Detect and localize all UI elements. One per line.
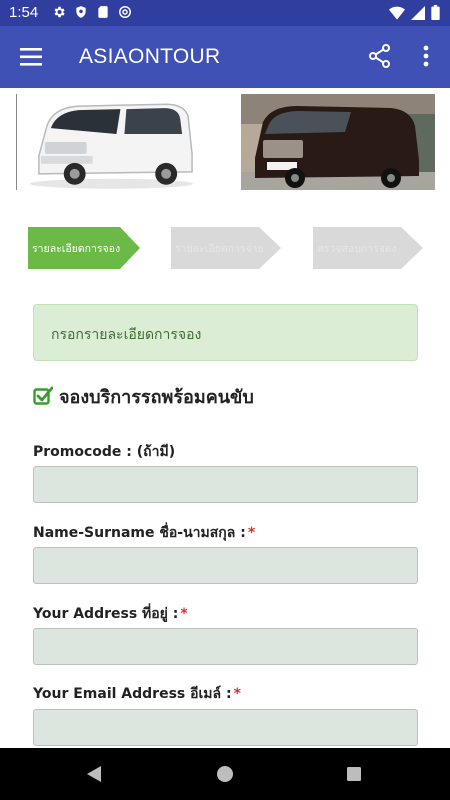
- promocode-input[interactable]: [33, 466, 418, 503]
- at-sign-icon: [119, 6, 131, 18]
- back-icon[interactable]: [83, 763, 105, 785]
- address-input[interactable]: [33, 628, 418, 665]
- step-booking-details[interactable]: รายละเอียดการจอง: [28, 227, 140, 269]
- home-icon[interactable]: [214, 763, 236, 785]
- address-label: Your Address ที่อยู่ : *: [33, 603, 188, 625]
- required-marker: *: [180, 606, 188, 622]
- step-label: รายละเอียดการจอง: [32, 243, 121, 255]
- status-bar: 1:54: [0, 0, 450, 26]
- step-review-booking[interactable]: ตรวจสอบการจอง: [313, 227, 423, 269]
- black-van-photo: [241, 94, 435, 190]
- recents-icon[interactable]: [343, 763, 365, 785]
- alert-text: กรอกรายละเอียดการจอง: [51, 327, 202, 343]
- section-heading: จองบริการรถพร้อมคนขับ: [33, 383, 254, 409]
- promocode-label-text: Promocode : (ถ้ามี): [33, 444, 176, 460]
- share-icon[interactable]: [366, 42, 394, 70]
- status-time: 1:54: [9, 4, 39, 21]
- banner: [0, 88, 450, 196]
- system-nav-bar: [0, 748, 450, 800]
- email-label: Your Email Address อีเมล์ : *: [33, 683, 241, 705]
- sd-card-icon: [98, 6, 108, 18]
- gear-icon: [54, 6, 65, 18]
- step-label: รายละเอียดการจ่าย: [175, 243, 264, 255]
- more-options-icon[interactable]: [414, 42, 438, 70]
- address-label-text: Your Address ที่อยู่ :: [33, 606, 179, 622]
- signal-icon: [411, 5, 425, 20]
- booking-steps: รายละเอียดการจอง รายละเอียดการจ่าย ตรวจส…: [28, 227, 428, 269]
- email-label-text: Your Email Address อีเมล์ :: [33, 686, 232, 702]
- shield-icon: [76, 6, 86, 18]
- promocode-label: Promocode : (ถ้ามี): [33, 441, 175, 463]
- status-system-icons: [389, 5, 440, 20]
- app-title: ASIAONTOUR: [79, 45, 221, 68]
- wifi-icon: [389, 6, 405, 20]
- step-payment-details[interactable]: รายละเอียดการจ่าย: [171, 227, 281, 269]
- required-marker: *: [233, 686, 241, 702]
- email-input[interactable]: [33, 709, 418, 746]
- name-label-text: Name-Surname ชื่อ-นามสกุล :: [33, 525, 246, 541]
- checkbox-checked-icon: [33, 386, 53, 405]
- name-label: Name-Surname ชื่อ-นามสกุล : *: [33, 522, 255, 544]
- battery-icon: [431, 5, 440, 20]
- info-alert: กรอกรายละเอียดการจอง: [33, 304, 418, 361]
- name-input[interactable]: [33, 547, 418, 584]
- section-title: จองบริการรถพร้อมคนขับ: [59, 386, 254, 408]
- app-bar: ASIAONTOUR: [0, 26, 450, 88]
- menu-icon[interactable]: [14, 44, 48, 70]
- status-notification-icons: [52, 5, 132, 19]
- white-van-photo: [16, 94, 200, 190]
- required-marker: *: [247, 525, 256, 541]
- step-label: ตรวจสอบการจอง: [317, 243, 397, 255]
